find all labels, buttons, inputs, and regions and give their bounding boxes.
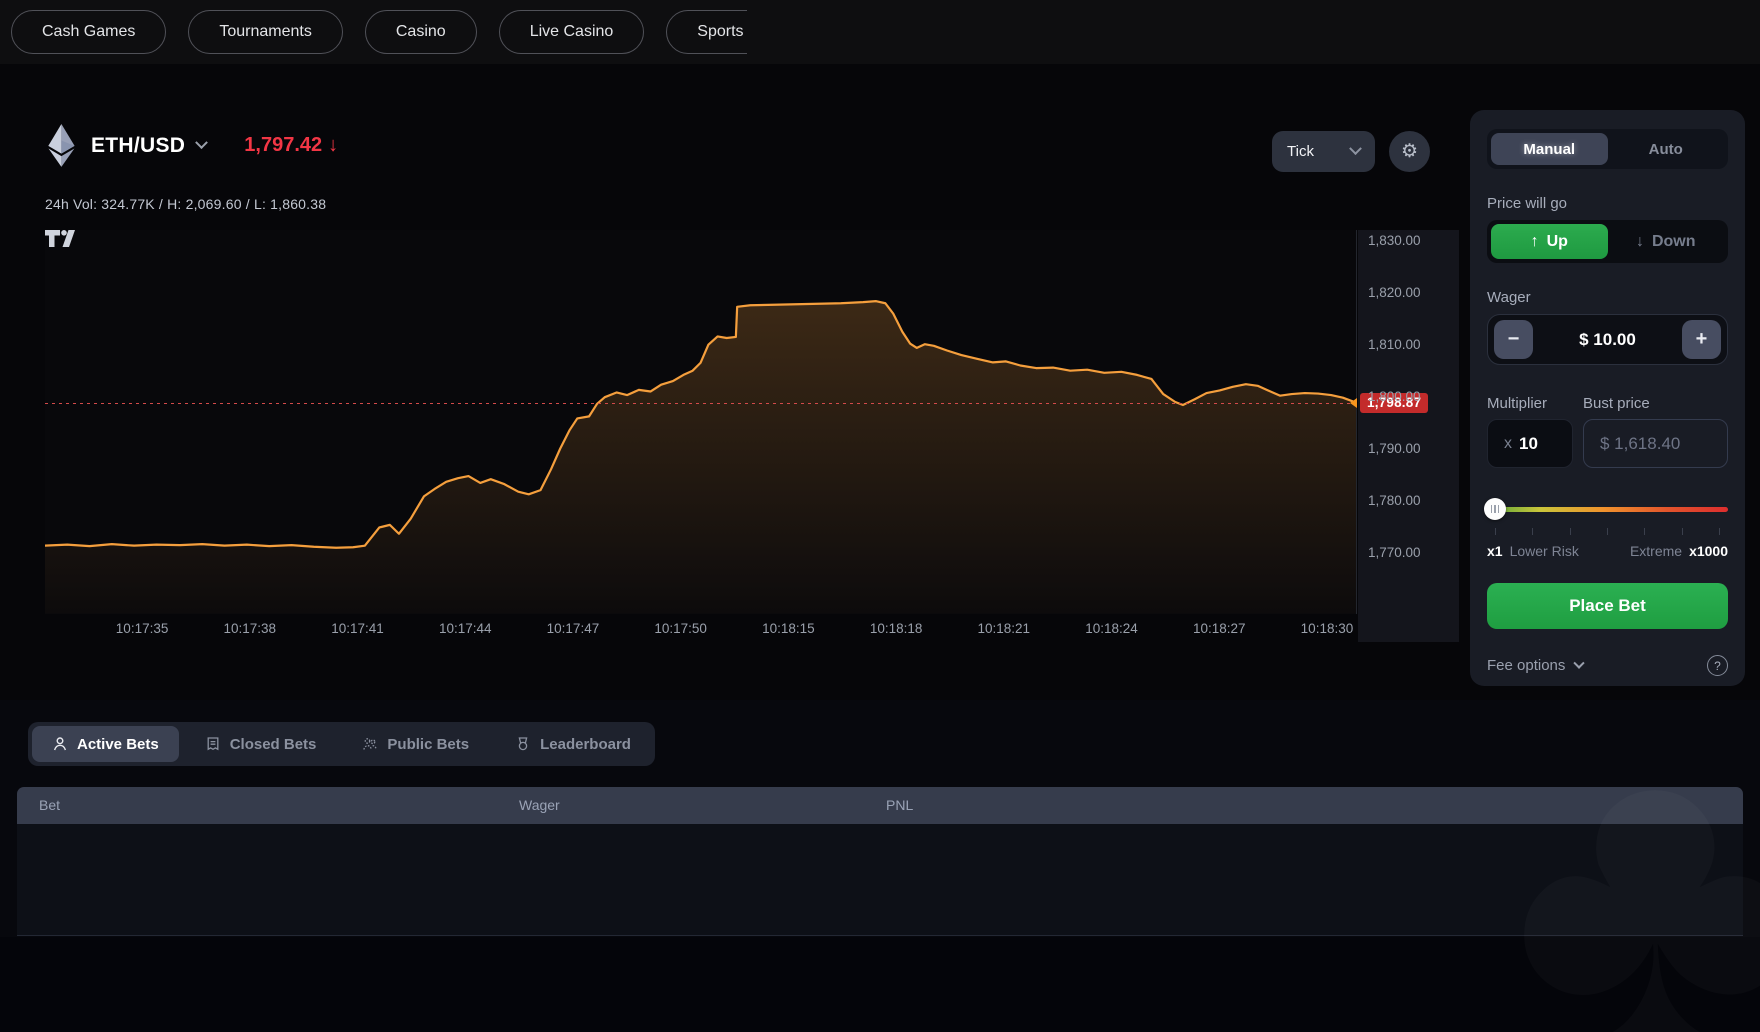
wager-input-group: − $ 10.00 + bbox=[1487, 314, 1728, 365]
tab-auto[interactable]: Auto bbox=[1608, 133, 1725, 165]
nav-item-casino[interactable]: Casino bbox=[365, 10, 477, 54]
chart-settings-button[interactable]: ⚙ bbox=[1389, 131, 1430, 172]
tab-active-bets[interactable]: Active Bets bbox=[32, 726, 179, 762]
column-bet: Bet bbox=[39, 797, 60, 813]
nav-item-tournaments[interactable]: Tournaments bbox=[188, 10, 343, 54]
down-button[interactable]: ↓ Down bbox=[1608, 224, 1725, 259]
nav-pills: Cash Games Tournaments Casino Live Casin… bbox=[11, 10, 747, 54]
user-icon bbox=[52, 736, 68, 752]
interval-value: Tick bbox=[1287, 143, 1314, 160]
app-root: Cash Games Tournaments Casino Live Casin… bbox=[0, 0, 1760, 1032]
price-axis-tick: 1,810.00 bbox=[1368, 337, 1421, 352]
time-axis-tick: 10:18:18 bbox=[870, 621, 923, 636]
risk-slider[interactable] bbox=[1487, 498, 1728, 520]
gear-icon: ⚙ bbox=[1401, 140, 1418, 163]
current-price: 1,797.42 ↓ bbox=[244, 134, 338, 157]
bet-panel: Manual Auto Price will go ↑ Up ↓ Down Wa… bbox=[1470, 110, 1745, 686]
risk-slider-ticks bbox=[1487, 528, 1728, 535]
time-axis-tick: 10:17:35 bbox=[116, 621, 169, 636]
users-icon bbox=[362, 736, 378, 752]
price-axis-tick: 1,770.00 bbox=[1368, 545, 1421, 560]
price-axis-tick: 1,800.00 bbox=[1368, 389, 1421, 404]
bust-price-label: Bust price bbox=[1583, 395, 1650, 412]
price-axis-tick: 1,780.00 bbox=[1368, 493, 1421, 508]
risk-slider-knob[interactable] bbox=[1484, 498, 1506, 520]
tab-manual[interactable]: Manual bbox=[1491, 133, 1608, 165]
price-axis: 1,798.87 1,830.001,820.001,810.001,800.0… bbox=[1358, 230, 1459, 642]
chevron-down-icon bbox=[195, 136, 208, 149]
price-axis-tick: 1,790.00 bbox=[1368, 441, 1421, 456]
column-pnl: PNL bbox=[886, 797, 913, 813]
bets-table-header: Bet Wager PNL bbox=[17, 787, 1743, 824]
column-wager: Wager bbox=[519, 797, 560, 813]
risk-min-value: x1 bbox=[1487, 543, 1503, 559]
eth-logo-icon bbox=[48, 124, 75, 167]
multiplier-value: 10 bbox=[1519, 434, 1538, 454]
time-axis-tick: 10:17:38 bbox=[224, 621, 277, 636]
time-axis-tick: 10:17:44 bbox=[439, 621, 492, 636]
tab-leaderboard[interactable]: Leaderboard bbox=[495, 726, 651, 762]
risk-slider-labels: x1 Lower Risk Extreme x1000 bbox=[1487, 543, 1728, 559]
down-arrow-icon: ↓ bbox=[1636, 233, 1644, 251]
nav-item-cash-games[interactable]: Cash Games bbox=[11, 10, 166, 54]
time-axis-tick: 10:17:47 bbox=[547, 621, 600, 636]
market-header: ETH/USD 1,797.42 ↓ bbox=[48, 124, 338, 167]
bets-tabs: Active Bets Closed Bets Public Bets Lead… bbox=[28, 722, 655, 766]
risk-max-desc: Extreme bbox=[1630, 543, 1682, 559]
time-axis-tick: 10:18:21 bbox=[978, 621, 1031, 636]
nav-item-live-casino[interactable]: Live Casino bbox=[499, 10, 645, 54]
price-axis-tick: 1,820.00 bbox=[1368, 285, 1421, 300]
interval-dropdown[interactable]: Tick bbox=[1272, 131, 1375, 172]
medal-icon bbox=[515, 736, 531, 752]
bottom-spacer bbox=[0, 937, 1760, 1032]
tradingview-logo-icon[interactable] bbox=[45, 230, 75, 247]
top-nav-bar: Cash Games Tournaments Casino Live Casin… bbox=[0, 0, 1760, 64]
wager-decrease-button[interactable]: − bbox=[1494, 320, 1533, 359]
price-down-arrow-icon: ↓ bbox=[328, 134, 338, 157]
pair-selector[interactable]: ETH/USD bbox=[91, 134, 206, 158]
time-axis-tick: 10:18:30 bbox=[1301, 621, 1354, 636]
current-price-marker-icon bbox=[1350, 398, 1357, 408]
price-value: 1,797.42 bbox=[244, 134, 322, 157]
direction-toggle: ↑ Up ↓ Down bbox=[1487, 220, 1728, 263]
risk-slider-track[interactable] bbox=[1487, 507, 1728, 512]
chevron-down-icon bbox=[1574, 657, 1585, 668]
help-icon[interactable]: ? bbox=[1707, 655, 1728, 676]
bust-price-input[interactable]: $ 1,618.40 bbox=[1583, 419, 1728, 468]
time-axis-tick: 10:17:41 bbox=[331, 621, 384, 636]
time-axis-tick: 10:17:50 bbox=[654, 621, 707, 636]
market-stats: 24h Vol: 324.77K / H: 2,069.60 / L: 1,86… bbox=[45, 196, 326, 212]
chevron-down-icon bbox=[1349, 142, 1362, 155]
receipt-icon bbox=[205, 736, 221, 752]
direction-label: Price will go bbox=[1487, 195, 1728, 212]
place-bet-button[interactable]: Place Bet bbox=[1487, 583, 1728, 629]
wager-increase-button[interactable]: + bbox=[1682, 320, 1721, 359]
fee-options-toggle[interactable]: Fee options bbox=[1487, 657, 1583, 674]
tab-public-bets[interactable]: Public Bets bbox=[342, 726, 489, 762]
nav-item-sports[interactable]: Sports bbox=[666, 10, 747, 54]
mode-tabs: Manual Auto bbox=[1487, 129, 1728, 169]
time-axis-tick: 10:18:27 bbox=[1193, 621, 1246, 636]
risk-min-desc: Lower Risk bbox=[1510, 543, 1579, 559]
wager-label: Wager bbox=[1487, 289, 1728, 306]
wager-value[interactable]: $ 10.00 bbox=[1579, 330, 1636, 350]
up-arrow-icon: ↑ bbox=[1531, 233, 1539, 251]
chart-controls: Tick ⚙ bbox=[1272, 131, 1430, 172]
pair-name: ETH/USD bbox=[91, 134, 185, 158]
multiplier-input[interactable]: x 10 bbox=[1487, 419, 1573, 468]
time-axis-tick: 10:18:15 bbox=[762, 621, 815, 636]
price-chart[interactable] bbox=[45, 230, 1357, 614]
price-axis-tick: 1,830.00 bbox=[1368, 233, 1421, 248]
time-axis: 10:17:35 10:17:38 10:17:41 10:17:44 10:17:47… bbox=[45, 616, 1357, 642]
up-button[interactable]: ↑ Up bbox=[1491, 224, 1608, 259]
multiplier-label: Multiplier bbox=[1487, 395, 1583, 412]
bust-price-value: $ 1,618.40 bbox=[1600, 434, 1680, 454]
chart-area-series bbox=[45, 230, 1356, 614]
tab-closed-bets[interactable]: Closed Bets bbox=[185, 726, 337, 762]
risk-max-value: x1000 bbox=[1689, 543, 1728, 559]
bets-table-body bbox=[17, 824, 1743, 936]
time-axis-tick: 10:18:24 bbox=[1085, 621, 1138, 636]
current-price-line bbox=[45, 403, 1356, 404]
